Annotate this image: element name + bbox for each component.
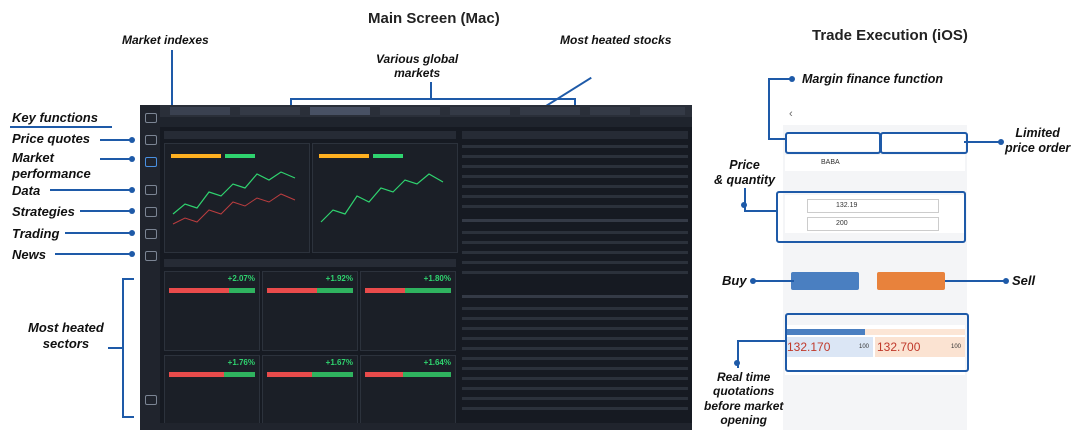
- tab-5[interactable]: [450, 107, 510, 115]
- notice-text: [785, 295, 965, 313]
- heated-stocks-header: [462, 131, 688, 139]
- sell-button[interactable]: [877, 272, 945, 290]
- stock-list: [462, 291, 688, 425]
- back-icon[interactable]: ‹: [789, 108, 793, 120]
- label-data: Data: [12, 183, 41, 198]
- sector-card-3[interactable]: +1.80%: [360, 271, 456, 351]
- tab-3[interactable]: [310, 107, 370, 115]
- data-icon[interactable]: [145, 185, 157, 195]
- margin-finance-box: [785, 132, 881, 154]
- label-news: News: [12, 247, 46, 262]
- label-buy: Buy: [722, 273, 747, 288]
- label-market-indexes: Market indexes: [122, 33, 209, 47]
- label-heated-stocks: Most heated stocks: [560, 33, 672, 47]
- ios-nav-bar: ‹: [783, 105, 967, 125]
- mac-main-screen: +2.07% +1.92% +1.80% +1.76% +1.67% +1.64…: [140, 105, 692, 430]
- label-heated-sectors: Most heated sectors: [28, 320, 104, 351]
- price-quantity-box: [776, 191, 966, 243]
- sector-card-1[interactable]: +2.07%: [164, 271, 260, 351]
- quotes-icon[interactable]: [145, 135, 157, 145]
- market-icon[interactable]: [145, 157, 157, 167]
- realtime-quote-box: [785, 313, 969, 372]
- strategy-icon[interactable]: [145, 207, 157, 217]
- label-trading: Trading: [12, 226, 60, 241]
- sector-panel-header: [164, 259, 456, 267]
- sector-change: +1.67%: [325, 358, 353, 367]
- code-row: BABA: [785, 155, 965, 171]
- limit-order-box: [880, 132, 968, 154]
- status-bar: [160, 423, 692, 430]
- tab-8[interactable]: [640, 107, 685, 115]
- label-realtime: Real time quotations before market openi…: [704, 370, 784, 428]
- index-chart-1[interactable]: [164, 143, 310, 253]
- label-limited-price: Limited price order: [1005, 126, 1071, 155]
- sector-card-5[interactable]: +1.67%: [262, 355, 358, 427]
- label-key-functions: Key functions: [12, 110, 98, 125]
- sector-change: +1.76%: [227, 358, 255, 367]
- tab-2[interactable]: [240, 107, 300, 115]
- sector-card-2[interactable]: +1.92%: [262, 271, 358, 351]
- trading-icon[interactable]: [145, 229, 157, 239]
- tab-4[interactable]: [380, 107, 440, 115]
- sector-change: +2.07%: [227, 274, 255, 283]
- label-global-markets: Various global markets: [376, 52, 459, 81]
- news-icon[interactable]: [145, 251, 157, 261]
- trade-execution-title: Trade Execution (iOS): [812, 27, 968, 44]
- label-strategies: Strategies: [12, 204, 75, 219]
- label-margin-finance: Margin finance function: [802, 72, 943, 86]
- sector-change: +1.92%: [325, 274, 353, 283]
- sector-change: +1.80%: [423, 274, 451, 283]
- menu-icon[interactable]: [145, 113, 157, 123]
- main-screen-title: Main Screen (Mac): [368, 10, 500, 27]
- label-price-quotes: Price quotes: [12, 131, 91, 146]
- sector-card-4[interactable]: +1.76%: [164, 355, 260, 427]
- sidebar: [140, 105, 160, 430]
- heated-stocks-table: [462, 141, 688, 281]
- stock-code: BABA: [821, 159, 840, 166]
- index-chart-2[interactable]: [312, 143, 458, 253]
- sector-change: +1.64%: [423, 358, 451, 367]
- market-tab-bar: [160, 105, 692, 117]
- sector-card-6[interactable]: +1.64%: [360, 355, 456, 427]
- settings-icon[interactable]: [145, 395, 157, 405]
- label-sell: Sell: [1012, 273, 1036, 288]
- label-price-quantity: Price & quantity: [714, 158, 776, 187]
- tab-6[interactable]: [520, 107, 580, 115]
- index-panel-header: [164, 131, 456, 139]
- quote-row: [785, 175, 965, 185]
- buy-button[interactable]: [791, 272, 859, 290]
- sub-tab-bar: [160, 117, 692, 127]
- tab-7[interactable]: [590, 107, 630, 115]
- label-market-performance: Market performance: [12, 150, 91, 181]
- tab-1[interactable]: [170, 107, 230, 115]
